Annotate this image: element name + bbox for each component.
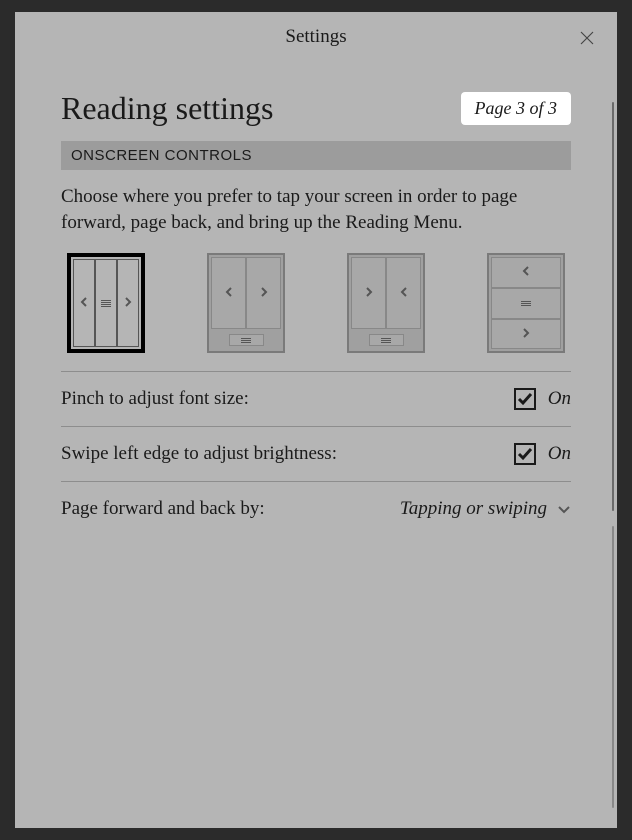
chevron-left-icon: [224, 284, 234, 302]
checkbox-icon: [514, 443, 536, 465]
layout-option-2[interactable]: [207, 253, 285, 353]
chevron-left-icon: [399, 284, 409, 302]
menu-icon: [521, 301, 531, 306]
content-area: Reading settings Page 3 of 3 ONSCREEN CO…: [15, 62, 617, 828]
page-title-row: Reading settings Page 3 of 3: [61, 90, 571, 127]
menu-icon: [241, 338, 251, 343]
swipe-brightness-toggle[interactable]: On: [514, 443, 571, 465]
pinch-font-value: On: [548, 388, 571, 410]
pinch-font-row: Pinch to adjust font size: On: [61, 372, 571, 427]
instruction-text: Choose where you prefer to tap your scre…: [61, 170, 571, 253]
chevron-left-icon: [79, 294, 89, 312]
close-icon: [578, 29, 596, 47]
modal-header: Settings: [15, 12, 617, 62]
close-button[interactable]: [575, 26, 599, 50]
swipe-brightness-label: Swipe left edge to adjust brightness:: [61, 443, 337, 465]
chevron-right-icon: [521, 325, 531, 343]
chevron-right-icon: [364, 284, 374, 302]
pinch-font-label: Pinch to adjust font size:: [61, 388, 249, 410]
scrollbar[interactable]: [610, 102, 614, 808]
page-title: Reading settings: [61, 90, 273, 127]
chevron-left-icon: [521, 263, 531, 281]
page-method-label: Page forward and back by:: [61, 498, 265, 520]
layout-option-1[interactable]: [67, 253, 145, 353]
layout-option-4[interactable]: [487, 253, 565, 353]
chevron-right-icon: [123, 294, 133, 312]
page-indicator-badge: Page 3 of 3: [461, 92, 572, 125]
menu-icon: [381, 338, 391, 343]
checkbox-icon: [514, 388, 536, 410]
modal-title: Settings: [285, 26, 346, 48]
swipe-brightness-value: On: [548, 443, 571, 465]
page-method-row: Page forward and back by: Tapping or swi…: [61, 482, 571, 536]
section-header: ONSCREEN CONTROLS: [61, 141, 571, 170]
settings-modal: Settings Reading settings Page 3 of 3 ON…: [15, 12, 617, 828]
page-method-dropdown[interactable]: Tapping or swiping: [400, 498, 571, 520]
scrollbar-track-segment: [612, 526, 614, 808]
page-method-value: Tapping or swiping: [400, 498, 547, 520]
swipe-brightness-row: Swipe left edge to adjust brightness: On: [61, 427, 571, 482]
layout-option-3[interactable]: [347, 253, 425, 353]
chevron-right-icon: [259, 284, 269, 302]
pinch-font-toggle[interactable]: On: [514, 388, 571, 410]
chevron-down-icon: [557, 502, 571, 516]
scrollbar-thumb: [612, 102, 614, 511]
layout-options: [61, 253, 571, 372]
menu-icon: [101, 300, 111, 307]
